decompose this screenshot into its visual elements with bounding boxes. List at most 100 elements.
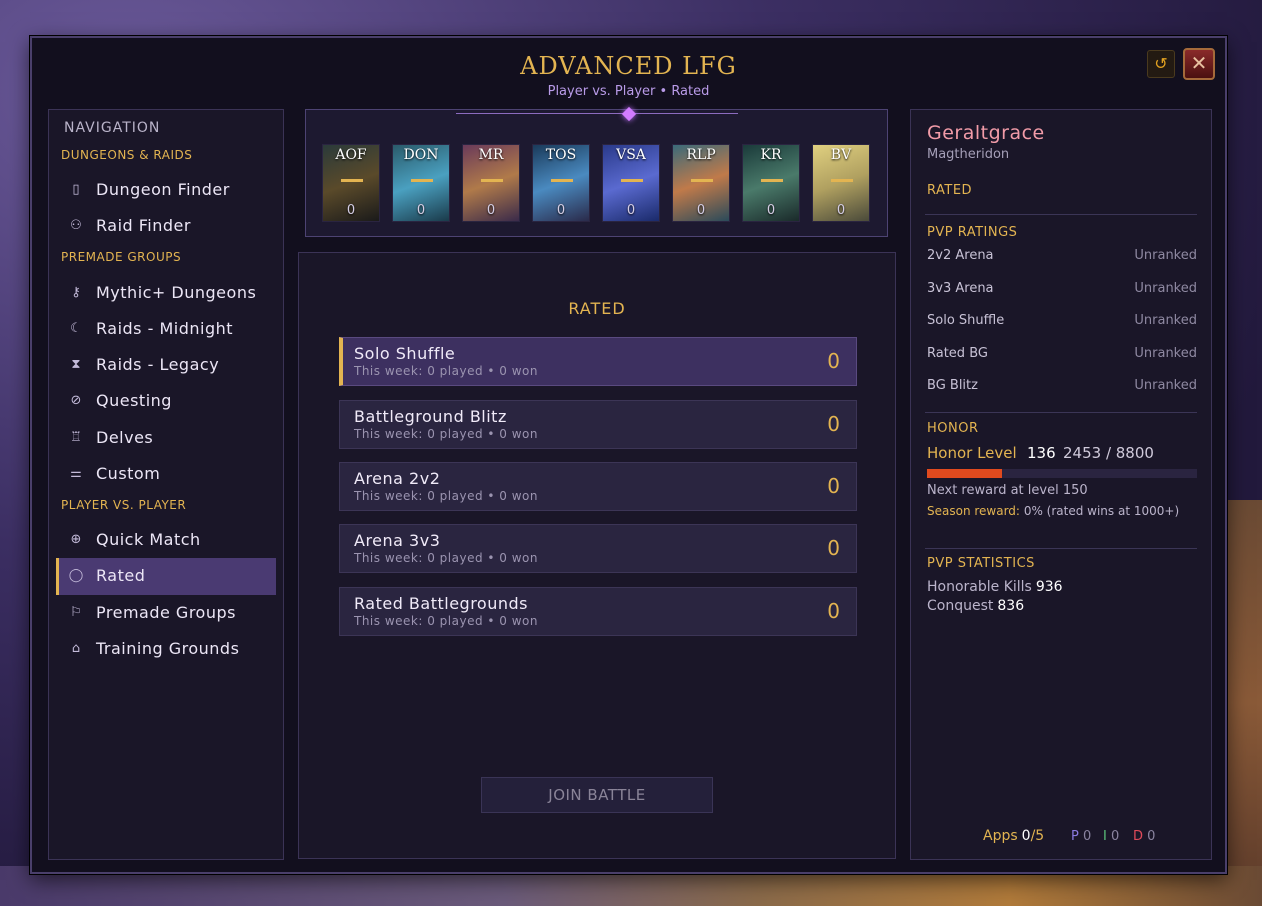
nav-section-premade-groups: PREMADE GROUPS bbox=[61, 250, 182, 264]
rating-tile-don[interactable]: DON 0 bbox=[392, 144, 450, 222]
divider bbox=[925, 214, 1197, 215]
tile-rating-bar bbox=[691, 179, 713, 182]
bracket-row-battleground-blitz[interactable]: Battleground Blitz This week: 0 played •… bbox=[339, 400, 857, 449]
tile-abbreviation: KR bbox=[760, 147, 782, 163]
bracket-rating: 0 bbox=[827, 536, 840, 560]
bracket-stats: This week: 0 played • 0 won bbox=[354, 489, 538, 503]
sliders-icon: ⚌ bbox=[70, 466, 82, 481]
mode-label: RATED bbox=[927, 183, 973, 198]
character-realm: Magtheridon bbox=[927, 147, 1010, 162]
compass-icon: ⊘ bbox=[70, 393, 82, 408]
nav-item-dungeon-finder[interactable]: ▯ Dungeon Finder bbox=[56, 172, 276, 209]
nav-item-premade-groups[interactable]: ⚐ Premade Groups bbox=[56, 595, 276, 632]
nav-item-training-grounds[interactable]: ⌂ Training Grounds bbox=[56, 631, 276, 668]
nav-item-raids-legacy[interactable]: ⧗ Raids - Legacy bbox=[56, 347, 276, 384]
apps-label: Apps bbox=[983, 828, 1018, 844]
nav-item-delves[interactable]: ♖ Delves bbox=[56, 420, 276, 457]
rating-tiles-panel: AOF 0 DON 0 MR 0 TOS 0 VSA 0 RLP 0 KR 0 BV 0 bbox=[305, 106, 888, 237]
bracket-name: Battleground Blitz bbox=[354, 407, 507, 426]
rating-label: 3v3 Arena bbox=[927, 281, 994, 296]
reset-button[interactable]: ↺ bbox=[1147, 50, 1175, 78]
nav-item-label: Questing bbox=[96, 391, 172, 410]
bracket-rating: 0 bbox=[827, 474, 840, 498]
moon-icon: ☾ bbox=[70, 321, 82, 336]
crosshair-icon: ⊕ bbox=[70, 532, 82, 547]
tile-abbreviation: VSA bbox=[616, 147, 646, 163]
bracket-name: Solo Shuffle bbox=[354, 344, 456, 363]
bracket-rating: 0 bbox=[827, 349, 840, 373]
nav-item-label: Raids - Midnight bbox=[96, 319, 234, 338]
nav-item-label: Custom bbox=[96, 464, 161, 483]
rating-tile-mr[interactable]: MR 0 bbox=[462, 144, 520, 222]
tile-abbreviation: RLP bbox=[686, 147, 716, 163]
nav-item-label: Rated bbox=[96, 566, 146, 585]
stat-label: Honorable Kills bbox=[927, 579, 1032, 595]
bracket-rating: 0 bbox=[827, 412, 840, 436]
nav-item-label: Premade Groups bbox=[96, 603, 236, 622]
tile-rating-bar bbox=[341, 179, 363, 182]
honor-progress-bar bbox=[927, 469, 1197, 478]
close-button[interactable]: ✕ bbox=[1183, 48, 1215, 80]
rated-heading: RATED bbox=[568, 299, 626, 318]
rating-label: Rated BG bbox=[927, 346, 988, 361]
nav-section-pvp: PLAYER VS. PLAYER bbox=[61, 498, 187, 512]
tile-count: 0 bbox=[766, 203, 776, 218]
nav-item-quick-match[interactable]: ⊕ Quick Match bbox=[56, 522, 276, 559]
people-icon: ⚇ bbox=[70, 218, 82, 233]
nav-item-raid-finder[interactable]: ⚇ Raid Finder bbox=[56, 208, 276, 245]
badge-icon: ◯ bbox=[68, 568, 84, 583]
rating-tile-kr[interactable]: KR 0 bbox=[742, 144, 800, 222]
role-letter: I bbox=[1103, 829, 1107, 844]
rating-value: Unranked bbox=[1134, 281, 1197, 296]
nav-item-questing[interactable]: ⊘ Questing bbox=[56, 383, 276, 420]
nav-item-label: Raid Finder bbox=[96, 216, 191, 235]
rating-tile-rlp[interactable]: RLP 0 bbox=[672, 144, 730, 222]
nav-item-label: Training Grounds bbox=[96, 639, 240, 658]
rating-tile-aof[interactable]: AOF 0 bbox=[322, 144, 380, 222]
role-count: 0 bbox=[1147, 829, 1156, 844]
bracket-stats: This week: 0 played • 0 won bbox=[354, 614, 538, 628]
bracket-stats: This week: 0 played • 0 won bbox=[354, 364, 538, 378]
stat-label: Conquest bbox=[927, 598, 994, 614]
window-title: ADVANCED LFG bbox=[520, 52, 737, 80]
door-icon: ▯ bbox=[72, 182, 80, 197]
honor-progress-text: 2453 / 8800 bbox=[1063, 444, 1154, 462]
role-letter: D bbox=[1133, 829, 1144, 844]
tile-count: 0 bbox=[556, 203, 566, 218]
key-icon: ⚷ bbox=[71, 285, 81, 300]
bracket-row-solo-shuffle[interactable]: Solo Shuffle This week: 0 played • 0 won… bbox=[339, 337, 857, 386]
nav-item-label: Mythic+ Dungeons bbox=[96, 283, 257, 302]
nav-item-label: Raids - Legacy bbox=[96, 355, 220, 374]
bracket-row-arena-2v2[interactable]: Arena 2v2 This week: 0 played • 0 won 0 bbox=[339, 462, 857, 511]
rating-tile-vsa[interactable]: VSA 0 bbox=[602, 144, 660, 222]
tile-count: 0 bbox=[486, 203, 496, 218]
nav-item-label: Dungeon Finder bbox=[96, 180, 230, 199]
honor-progress-fill bbox=[927, 469, 1003, 478]
divider bbox=[925, 412, 1197, 413]
nav-item-rated[interactable]: ◯ Rated bbox=[56, 558, 276, 595]
rating-tile-bv[interactable]: BV 0 bbox=[812, 144, 870, 222]
stat-honorable-kills: Honorable Kills 936 bbox=[927, 579, 1063, 595]
rating-label: Solo Shuffle bbox=[927, 313, 1005, 328]
tile-rating-bar bbox=[621, 179, 643, 182]
join-battle-button[interactable]: JOIN BATTLE bbox=[481, 777, 713, 813]
nav-item-mythic-plus[interactable]: ⚷ Mythic+ Dungeons bbox=[56, 275, 276, 312]
bracket-row-arena-3v3[interactable]: Arena 3v3 This week: 0 played • 0 won 0 bbox=[339, 524, 857, 573]
tile-abbreviation: MR bbox=[478, 147, 504, 163]
honor-heading: HONOR bbox=[927, 421, 979, 436]
nav-item-label: Delves bbox=[96, 428, 154, 447]
nav-item-custom[interactable]: ⚌ Custom bbox=[56, 456, 276, 493]
role-count-p: P 0 bbox=[1071, 829, 1091, 844]
tile-abbreviation: BV bbox=[830, 147, 852, 163]
bracket-row-rated-battlegrounds[interactable]: Rated Battlegrounds This week: 0 played … bbox=[339, 587, 857, 636]
stat-conquest: Conquest 836 bbox=[927, 598, 1024, 614]
rating-value: Unranked bbox=[1134, 248, 1197, 263]
bracket-name: Arena 2v2 bbox=[354, 469, 441, 488]
role-count-d: D 0 bbox=[1133, 829, 1155, 844]
role-count: 0 bbox=[1110, 829, 1120, 844]
rating-tile-tos[interactable]: TOS 0 bbox=[532, 144, 590, 222]
honor-level-label: Honor Level bbox=[927, 444, 1017, 462]
tile-count: 0 bbox=[346, 203, 356, 218]
role-count: 0 bbox=[1082, 829, 1092, 844]
nav-item-raids-midnight[interactable]: ☾ Raids - Midnight bbox=[56, 311, 276, 348]
